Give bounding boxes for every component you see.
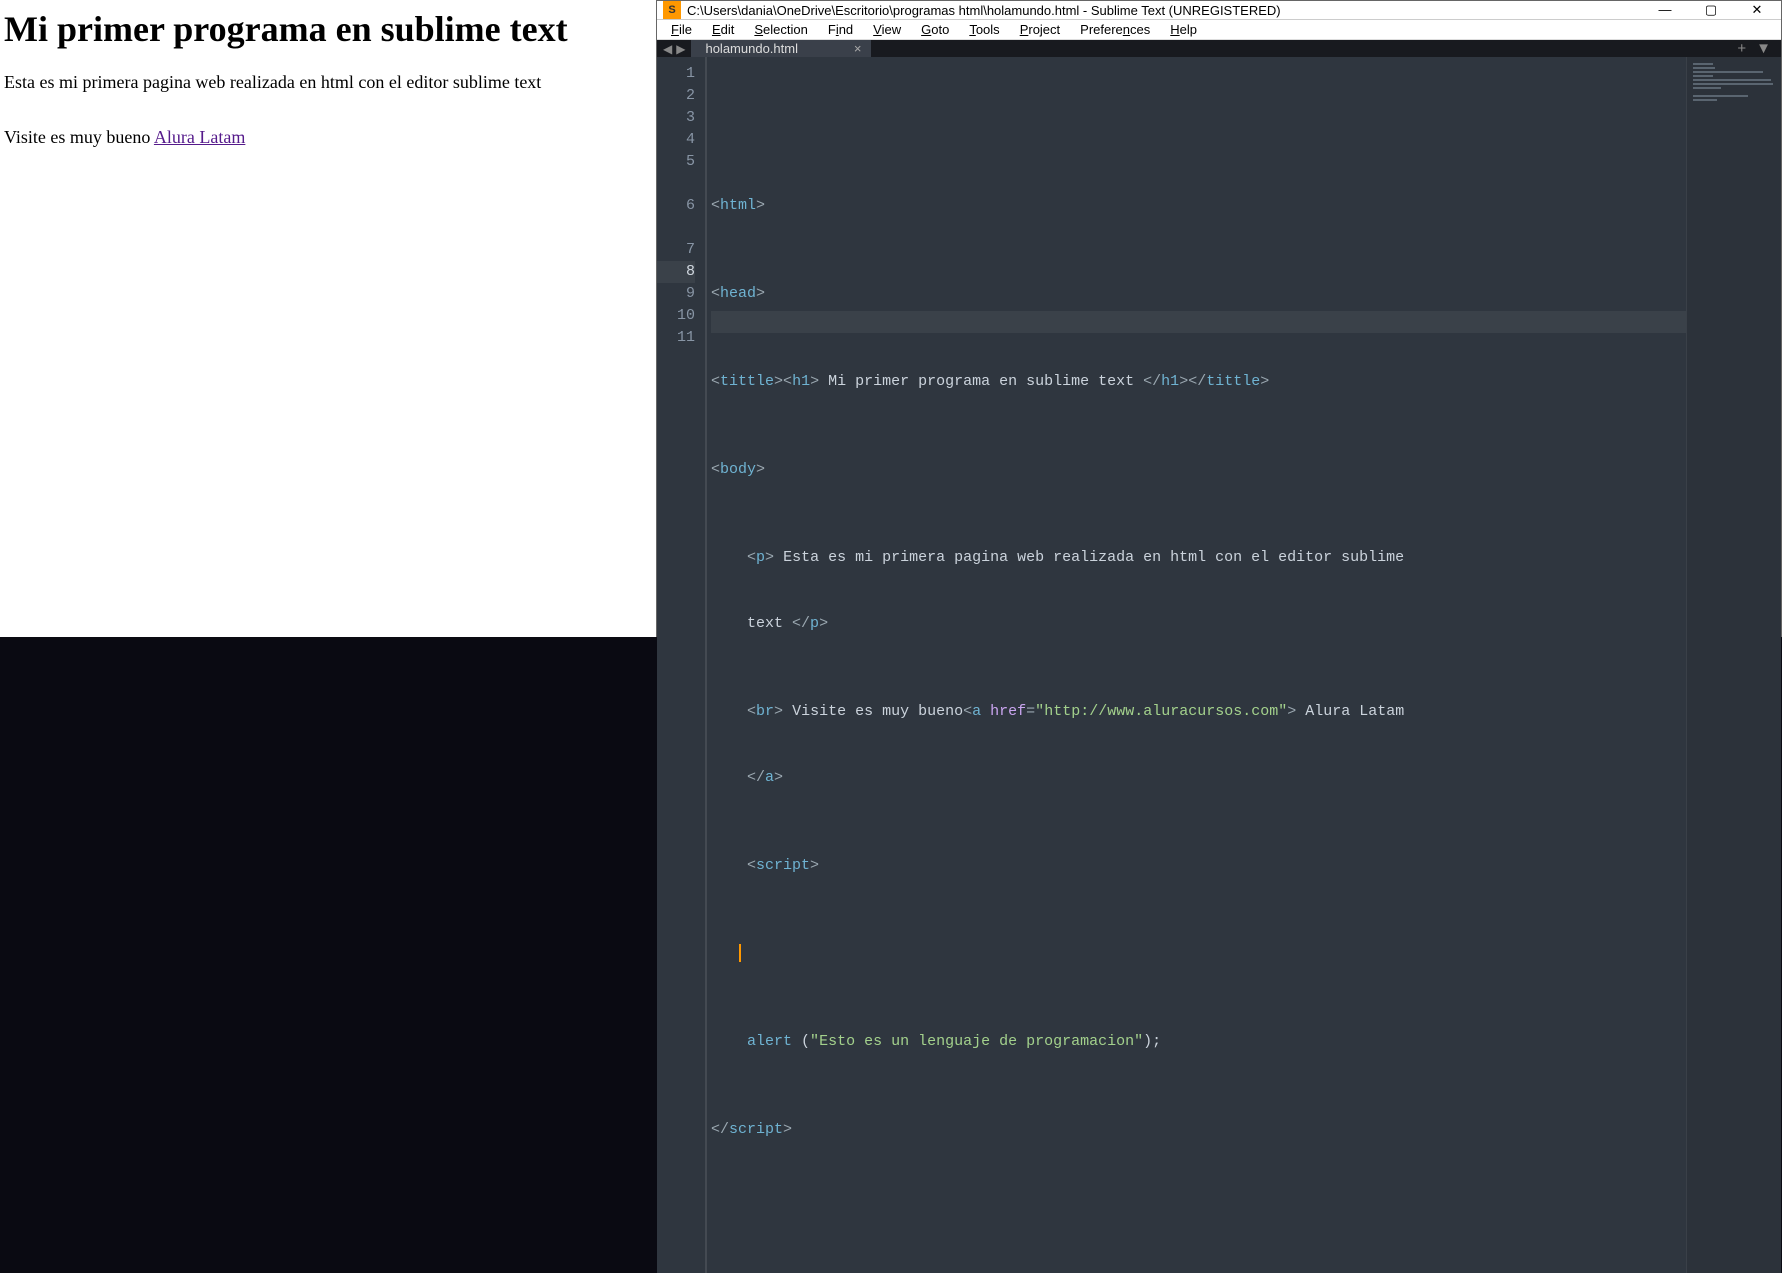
alura-link[interactable]: Alura Latam <box>154 127 245 147</box>
maximize-button[interactable]: ▢ <box>1701 2 1721 18</box>
line-number: 2 <box>657 85 695 107</box>
menu-file[interactable]: File <box>663 20 700 39</box>
code-area[interactable]: <html> <head> <tittle><h1> Mi primer pro… <box>705 57 1686 1273</box>
menu-edit[interactable]: Edit <box>704 20 742 39</box>
minimize-button[interactable]: — <box>1655 2 1675 18</box>
line-number: 7 <box>657 239 695 261</box>
line-number: 5 <box>657 151 695 173</box>
sublime-icon: S <box>663 1 681 19</box>
menu-project[interactable]: Project <box>1012 20 1068 39</box>
menu-goto[interactable]: Goto <box>913 20 957 39</box>
visit-line: Visite es muy bueno Alura Latam <box>4 127 652 148</box>
window-controls: — ▢ ✕ <box>1655 2 1775 18</box>
line-number: 3 <box>657 107 695 129</box>
page-heading: Mi primer programa en sublime text <box>4 8 652 50</box>
menu-tools[interactable]: Tools <box>961 20 1007 39</box>
tab-dropdown-icon[interactable]: ▼ <box>1756 40 1771 57</box>
visit-prefix: Visite es muy bueno <box>4 127 154 147</box>
line-number: 9 <box>657 283 695 305</box>
tab-prev-icon[interactable]: ◀ <box>663 42 672 56</box>
menubar: File Edit Selection Find View Goto Tools… <box>657 20 1781 40</box>
new-tab-icon[interactable]: + <box>1737 40 1746 57</box>
line-number: 4 <box>657 129 695 151</box>
editor-body: 1 2 3 4 5 . 6 . 7 8 9 10 11 <html> <head… <box>657 57 1781 1273</box>
tab-next-icon[interactable]: ▶ <box>676 42 685 56</box>
close-button[interactable]: ✕ <box>1747 2 1767 18</box>
line-number: 6 <box>657 195 695 217</box>
text-cursor <box>739 944 741 962</box>
menu-preferences[interactable]: Preferences <box>1072 20 1158 39</box>
tab-holamundo[interactable]: holamundo.html × <box>691 40 871 57</box>
menu-find[interactable]: Find <box>820 20 861 39</box>
tab-nav-arrows: ◀ ▶ <box>657 40 691 57</box>
window-title: C:\Users\dania\OneDrive\Escritorio\progr… <box>687 3 1655 18</box>
page-paragraph: Esta es mi primera pagina web realizada … <box>4 72 652 93</box>
menu-selection[interactable]: Selection <box>746 20 815 39</box>
titlebar[interactable]: S C:\Users\dania\OneDrive\Escritorio\pro… <box>657 1 1781 20</box>
line-number-gutter: 1 2 3 4 5 . 6 . 7 8 9 10 11 <box>657 57 705 1273</box>
tab-label: holamundo.html <box>705 41 798 56</box>
line-number: 1 <box>657 63 695 85</box>
line-number-current: 8 <box>657 261 695 283</box>
menu-view[interactable]: View <box>865 20 909 39</box>
tab-close-icon[interactable]: × <box>854 41 862 56</box>
browser-preview-pane: Mi primer programa en sublime text Esta … <box>0 0 656 637</box>
line-number: 11 <box>657 327 695 349</box>
sublime-window: S C:\Users\dania\OneDrive\Escritorio\pro… <box>656 0 1782 637</box>
line-number: 10 <box>657 305 695 327</box>
minimap[interactable] <box>1686 57 1781 1273</box>
tabbar: ◀ ▶ holamundo.html × + ▼ <box>657 40 1781 57</box>
menu-help[interactable]: Help <box>1162 20 1205 39</box>
current-line-highlight <box>711 311 1686 333</box>
